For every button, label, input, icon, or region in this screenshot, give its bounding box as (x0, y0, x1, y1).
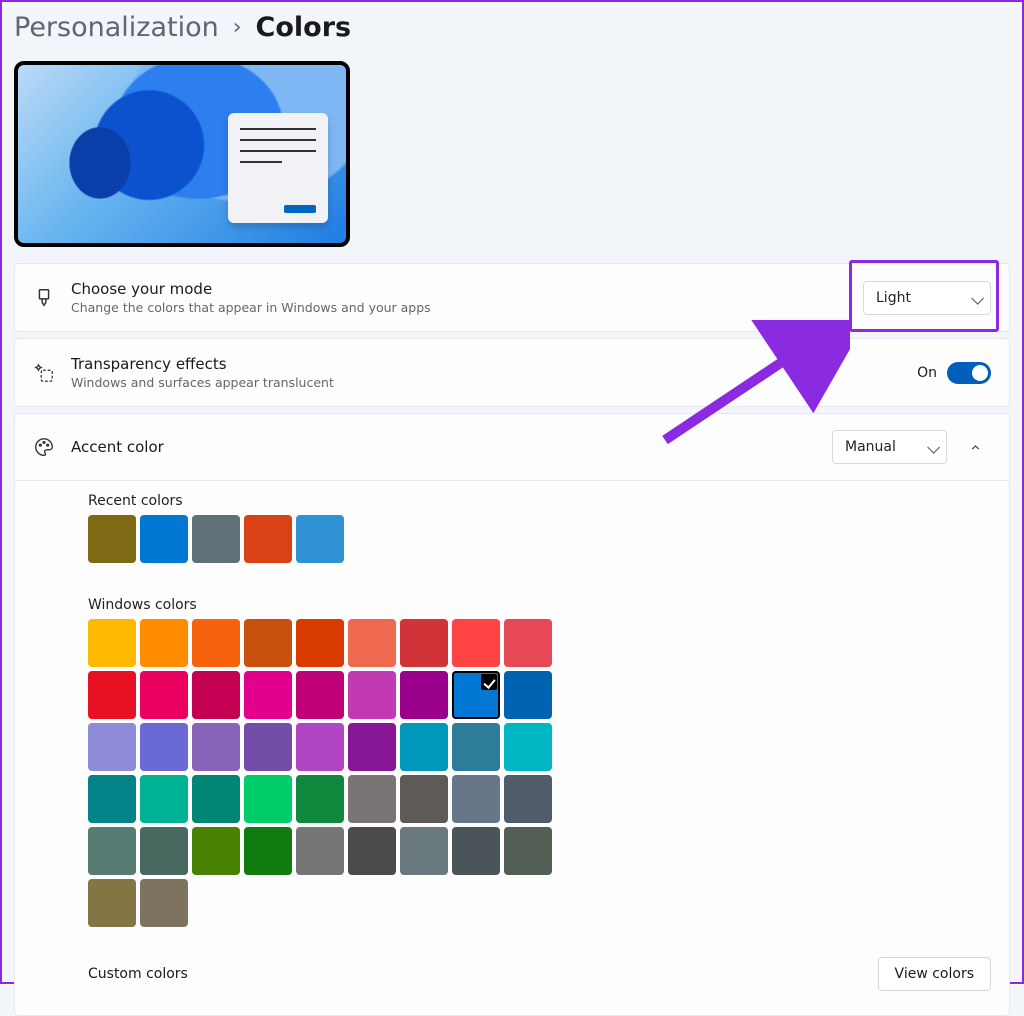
windows-color-swatch[interactable] (504, 827, 552, 875)
accent-mode-value: Manual (845, 439, 896, 455)
desktop-preview (14, 61, 350, 247)
windows-color-swatch[interactable] (140, 671, 188, 719)
transparency-toggle[interactable] (947, 362, 991, 384)
windows-color-swatch[interactable] (140, 879, 188, 927)
windows-color-swatch[interactable] (400, 827, 448, 875)
windows-color-swatch[interactable] (244, 671, 292, 719)
windows-color-swatch[interactable] (452, 775, 500, 823)
choose-mode-panel: Choose your mode Change the colors that … (14, 263, 1010, 332)
windows-color-swatch[interactable] (400, 775, 448, 823)
preview-window-card (228, 113, 328, 223)
windows-color-swatch[interactable] (348, 775, 396, 823)
transparency-title: Transparency effects (71, 355, 334, 373)
windows-color-swatch[interactable] (192, 775, 240, 823)
windows-color-swatch[interactable] (244, 723, 292, 771)
recent-color-swatch[interactable] (192, 515, 240, 563)
windows-color-swatch[interactable] (504, 723, 552, 771)
windows-color-swatch[interactable] (504, 619, 552, 667)
windows-color-swatch[interactable] (296, 775, 344, 823)
transparency-sub: Windows and surfaces appear translucent (71, 375, 334, 390)
windows-color-swatch[interactable] (348, 723, 396, 771)
view-colors-button[interactable]: View colors (878, 957, 991, 991)
chevron-right-icon: › (233, 15, 242, 40)
windows-colors-label: Windows colors (88, 597, 991, 613)
windows-color-swatch[interactable] (452, 827, 500, 875)
windows-color-swatch[interactable] (400, 671, 448, 719)
custom-colors-label: Custom colors (88, 966, 188, 982)
windows-color-swatch[interactable] (140, 723, 188, 771)
windows-color-swatch[interactable] (452, 619, 500, 667)
breadcrumb-parent[interactable]: Personalization (14, 12, 219, 43)
windows-color-swatch[interactable] (192, 619, 240, 667)
transparency-panel: Transparency effects Windows and surface… (14, 338, 1010, 407)
windows-color-swatch[interactable] (244, 827, 292, 875)
choose-mode-value: Light (876, 290, 911, 306)
windows-color-swatch[interactable] (452, 671, 500, 719)
choose-mode-title: Choose your mode (71, 280, 431, 298)
windows-color-swatch[interactable] (348, 671, 396, 719)
windows-color-swatch[interactable] (296, 723, 344, 771)
windows-color-swatch[interactable] (296, 671, 344, 719)
windows-color-swatch[interactable] (348, 619, 396, 667)
windows-color-swatch[interactable] (140, 827, 188, 875)
windows-color-swatch[interactable] (452, 723, 500, 771)
accent-mode-dropdown[interactable]: Manual (832, 430, 947, 464)
windows-color-swatch[interactable] (296, 619, 344, 667)
recent-color-swatch[interactable] (296, 515, 344, 563)
windows-color-swatch[interactable] (140, 619, 188, 667)
sparkle-icon (33, 362, 55, 384)
accent-color-body: Recent colors Windows colors Custom colo… (14, 475, 1010, 1016)
windows-color-swatch[interactable] (88, 723, 136, 771)
windows-color-swatch[interactable] (88, 879, 136, 927)
windows-color-swatch[interactable] (192, 671, 240, 719)
windows-color-swatch[interactable] (244, 775, 292, 823)
page-title: Colors (256, 12, 352, 43)
windows-color-swatch[interactable] (400, 619, 448, 667)
windows-color-swatch[interactable] (88, 827, 136, 875)
accent-collapse-button[interactable] (959, 431, 991, 463)
accent-color-panel: Accent color Manual (14, 413, 1010, 481)
palette-icon (33, 436, 55, 458)
windows-color-swatch[interactable] (192, 723, 240, 771)
windows-colors-grid (88, 619, 578, 927)
windows-color-swatch[interactable] (88, 671, 136, 719)
recent-color-swatch[interactable] (244, 515, 292, 563)
transparency-state-label: On (917, 365, 937, 381)
breadcrumb: Personalization › Colors (2, 2, 1022, 61)
windows-color-swatch[interactable] (88, 775, 136, 823)
windows-color-swatch[interactable] (504, 671, 552, 719)
windows-color-swatch[interactable] (400, 723, 448, 771)
windows-color-swatch[interactable] (348, 827, 396, 875)
choose-mode-sub: Change the colors that appear in Windows… (71, 300, 431, 315)
recent-color-swatch[interactable] (140, 515, 188, 563)
windows-color-swatch[interactable] (192, 827, 240, 875)
recent-colors-label: Recent colors (88, 493, 991, 509)
windows-color-swatch[interactable] (504, 775, 552, 823)
choose-mode-dropdown[interactable]: Light (863, 281, 991, 315)
windows-color-swatch[interactable] (140, 775, 188, 823)
brush-icon (33, 287, 55, 309)
accent-color-title: Accent color (71, 438, 164, 456)
windows-color-swatch[interactable] (244, 619, 292, 667)
windows-color-swatch[interactable] (296, 827, 344, 875)
recent-colors-row (88, 515, 578, 563)
recent-color-swatch[interactable] (88, 515, 136, 563)
windows-color-swatch[interactable] (88, 619, 136, 667)
